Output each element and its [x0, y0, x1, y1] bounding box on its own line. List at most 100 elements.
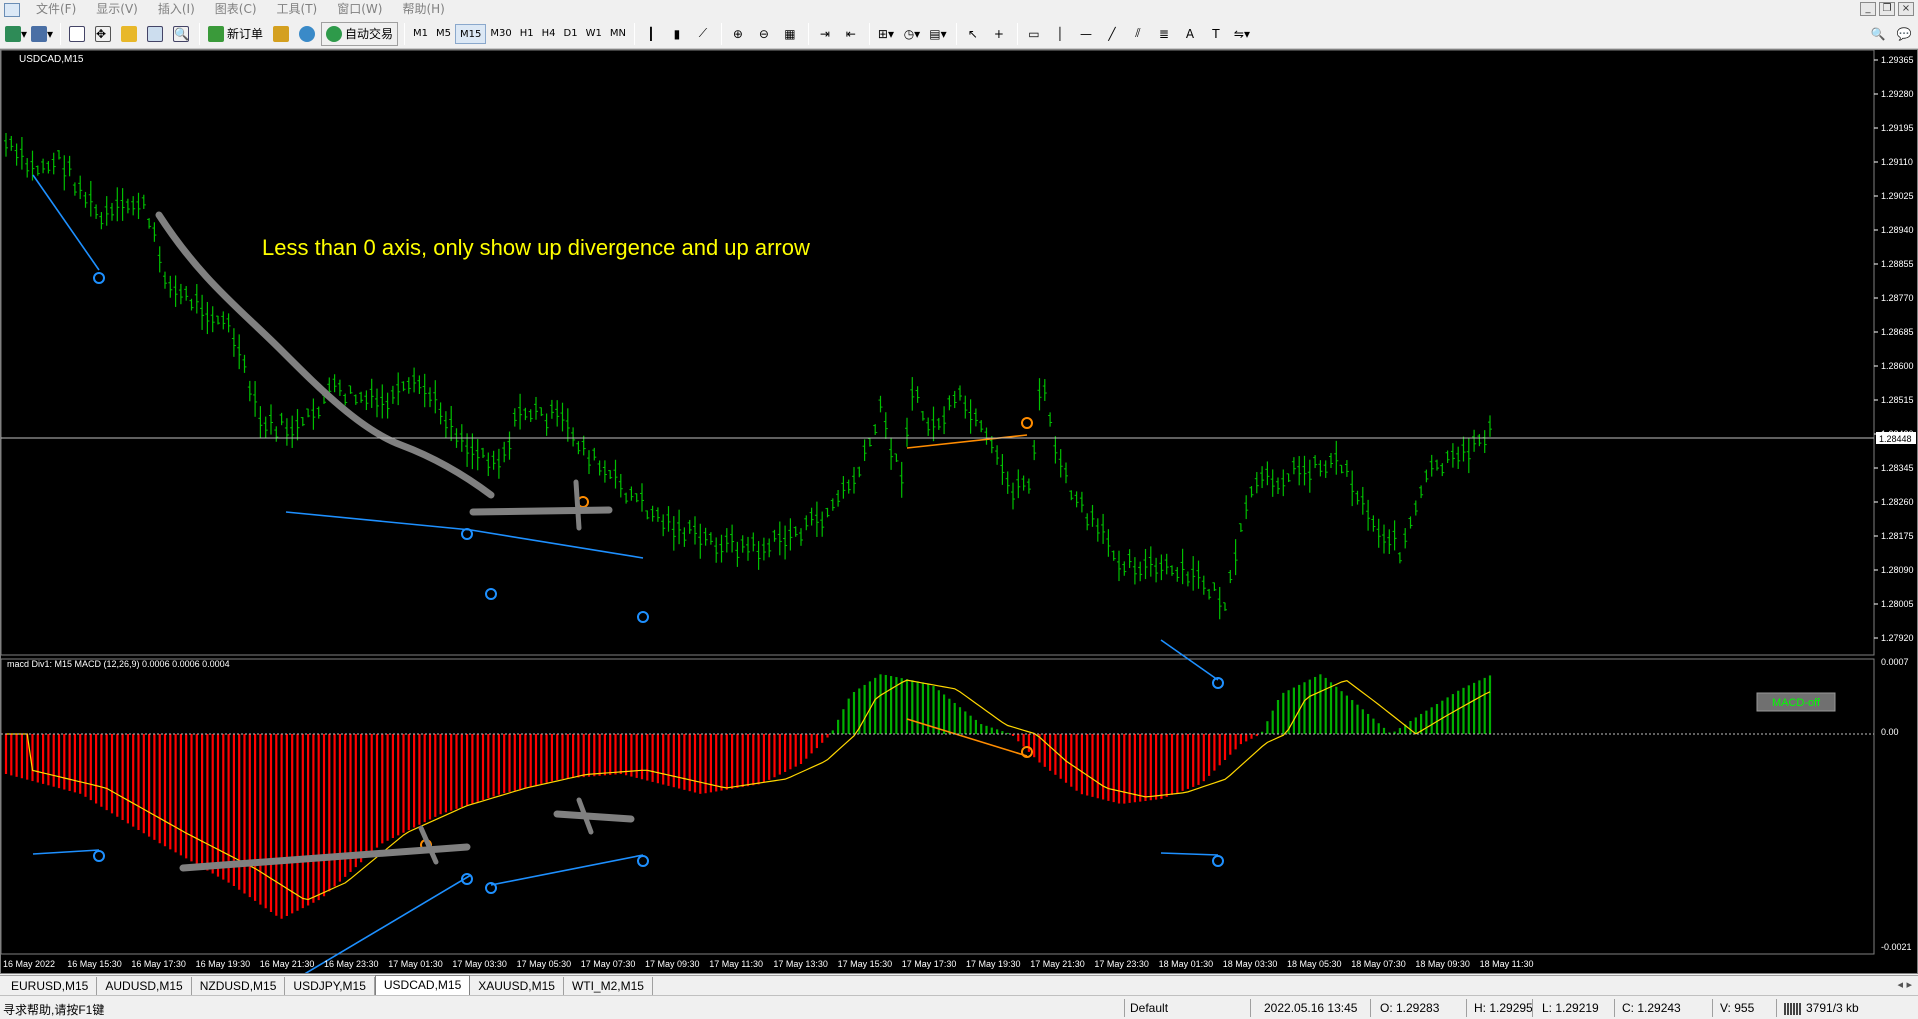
bearish-divergence-line [906, 434, 1028, 449]
chat-icon[interactable]: 💬 [1892, 22, 1916, 46]
up-arrow-icon [461, 528, 473, 540]
metaeditor-icon[interactable] [269, 22, 293, 46]
tab-usdcad[interactable]: USDCAD,M15 [374, 975, 471, 995]
drawn-cross-stroke [553, 810, 635, 823]
status-close: C: 1.29243 [1622, 1001, 1681, 1015]
menu-window[interactable]: 窗口(W) [327, 0, 392, 19]
auto-trading-button[interactable]: 自动交易 [321, 21, 399, 46]
tab-wti[interactable]: WTI_M2,M15 [564, 977, 653, 995]
tab-eurusd[interactable]: EURUSD,M15 [3, 977, 98, 995]
indicators-icon[interactable]: ⊞▾ [874, 22, 898, 46]
timeframe-mn[interactable]: MN [606, 24, 630, 44]
status-traffic-icon [1784, 1003, 1802, 1015]
timeframe-d1[interactable]: D1 [560, 24, 582, 44]
periods-icon[interactable]: ◷▾ [900, 22, 924, 46]
timeframe-m5[interactable]: M5 [432, 24, 455, 44]
chart-canvas[interactable]: 1.29365 1.29280 1.29195 1.29110 1.29025 1.289… [1, 50, 1917, 973]
crosshair-icon[interactable]: + [987, 22, 1011, 46]
new-chart-button[interactable]: ▾ [4, 22, 28, 46]
chart-shift-icon[interactable]: ⇤ [839, 22, 863, 46]
timeframe-h1[interactable]: H1 [516, 24, 538, 44]
time-axis-label: 18 May 09:30 [1415, 959, 1470, 969]
price-axis-label: 1.29280 [1881, 89, 1914, 99]
price-bars [4, 132, 1492, 620]
timeframe-h4[interactable]: H4 [538, 24, 560, 44]
price-axis-label: 1.27920 [1881, 633, 1914, 643]
timeframe-m30[interactable]: M30 [486, 24, 515, 44]
time-axis-label: 16 May 19:30 [196, 959, 251, 969]
fibonacci-icon[interactable]: ≣ [1152, 22, 1176, 46]
bearish-divergence-line [906, 718, 1028, 757]
data-window-icon[interactable]: ✥ [91, 22, 115, 46]
cursor-icon[interactable]: ↖ [961, 22, 985, 46]
macd-off-label: MACD-off [1772, 697, 1821, 709]
menu-help[interactable]: 帮助(H) [392, 0, 454, 19]
menu-tools[interactable]: 工具(T) [267, 0, 328, 19]
tab-nzdusd[interactable]: NZDUSD,M15 [192, 977, 286, 995]
status-low: L: 1.29219 [1542, 1001, 1599, 1015]
terminal-icon[interactable] [143, 22, 167, 46]
price-axis-label: 1.28855 [1881, 259, 1914, 269]
price-axis-label: 1.28940 [1881, 225, 1914, 235]
zoom-in-icon[interactable]: ⊕ [726, 22, 750, 46]
market-watch-icon[interactable] [65, 22, 89, 46]
globe-icon[interactable] [295, 22, 319, 46]
time-axis-label: 17 May 05:30 [517, 959, 572, 969]
zoom-out-icon[interactable]: ⊖ [752, 22, 776, 46]
indicator-axis-label: 0.00 [1881, 727, 1899, 737]
tab-usdjpy[interactable]: USDJPY,M15 [285, 977, 375, 995]
new-order-button[interactable]: 新订单 [204, 22, 267, 46]
tab-xauusd[interactable]: XAUUSD,M15 [470, 977, 564, 995]
time-axis-label: 17 May 03:30 [452, 959, 507, 969]
price-axis-label: 1.28090 [1881, 565, 1914, 575]
timeframe-m15[interactable]: M15 [455, 23, 487, 44]
down-arrow-icon [1021, 417, 1033, 429]
tab-scroll-icon[interactable]: ◂ ▸ [1897, 978, 1912, 991]
autoscroll-icon[interactable]: ⇥ [813, 22, 837, 46]
text-label-icon[interactable]: T [1204, 22, 1228, 46]
profiles-button[interactable]: ▾ [30, 22, 54, 46]
strategy-tester-icon[interactable]: 🔍 [169, 22, 193, 46]
arrows-icon[interactable]: ⇋▾ [1230, 22, 1254, 46]
tile-windows-icon[interactable]: ▦ [778, 22, 802, 46]
macd-off-button[interactable]: MACD-off [1756, 692, 1836, 712]
time-axis-label: 16 May 17:30 [131, 959, 186, 969]
horizontal-line-icon[interactable]: — [1074, 22, 1098, 46]
vertical-line-icon[interactable]: │ [1048, 22, 1072, 46]
restore-icon[interactable]: ❐ [1879, 2, 1895, 16]
navigator-icon[interactable] [117, 22, 141, 46]
tab-audusd[interactable]: AUDUSD,M15 [97, 977, 192, 995]
bullish-divergence-line [285, 511, 472, 531]
trendline-icon[interactable]: ╱ [1100, 22, 1124, 46]
time-axis-label: 17 May 11:30 [709, 959, 763, 969]
rectangle-icon[interactable]: ▭ [1022, 22, 1046, 46]
status-datetime: 2022.05.16 13:45 [1264, 1001, 1358, 1015]
price-axis-label: 1.29365 [1881, 55, 1914, 65]
channel-icon[interactable]: ⫽ [1126, 22, 1150, 46]
time-axis-label: 17 May 15:30 [838, 959, 893, 969]
line-chart-icon[interactable]: ⟋ [691, 22, 715, 46]
bar-chart-icon[interactable]: ┃ [639, 22, 663, 46]
search-icon[interactable]: 🔍 [1866, 22, 1890, 46]
timeframe-m1[interactable]: M1 [409, 24, 432, 44]
menu-charts[interactable]: 图表(C) [205, 0, 267, 19]
bullish-divergence-line [32, 174, 100, 271]
price-axis-label: 1.28345 [1881, 463, 1914, 473]
menu-view[interactable]: 显示(V) [86, 0, 148, 19]
menu-file[interactable]: 文件(F) [26, 0, 86, 19]
minimize-icon[interactable]: _ [1860, 2, 1876, 16]
status-volume: V: 955 [1720, 1001, 1755, 1015]
chart-window[interactable]: 1.29365 1.29280 1.29195 1.29110 1.29025 1.289… [0, 49, 1918, 974]
close-icon[interactable]: × [1898, 2, 1914, 16]
candlestick-icon[interactable]: ▮ [665, 22, 689, 46]
time-axis-label: 17 May 01:30 [388, 959, 443, 969]
text-icon[interactable]: A [1178, 22, 1202, 46]
menu-insert[interactable]: 插入(I) [148, 0, 205, 19]
time-axis-label: 17 May 09:30 [645, 959, 700, 969]
chart-annotation: Less than 0 axis, only show up divergenc… [262, 235, 810, 260]
time-axis-label: 17 May 13:30 [773, 959, 828, 969]
time-axis-label: 16 May 21:30 [260, 959, 315, 969]
timeframe-w1[interactable]: W1 [582, 24, 606, 44]
templates-icon[interactable]: ▤▾ [926, 22, 950, 46]
time-axis-label: 17 May 07:30 [581, 959, 636, 969]
